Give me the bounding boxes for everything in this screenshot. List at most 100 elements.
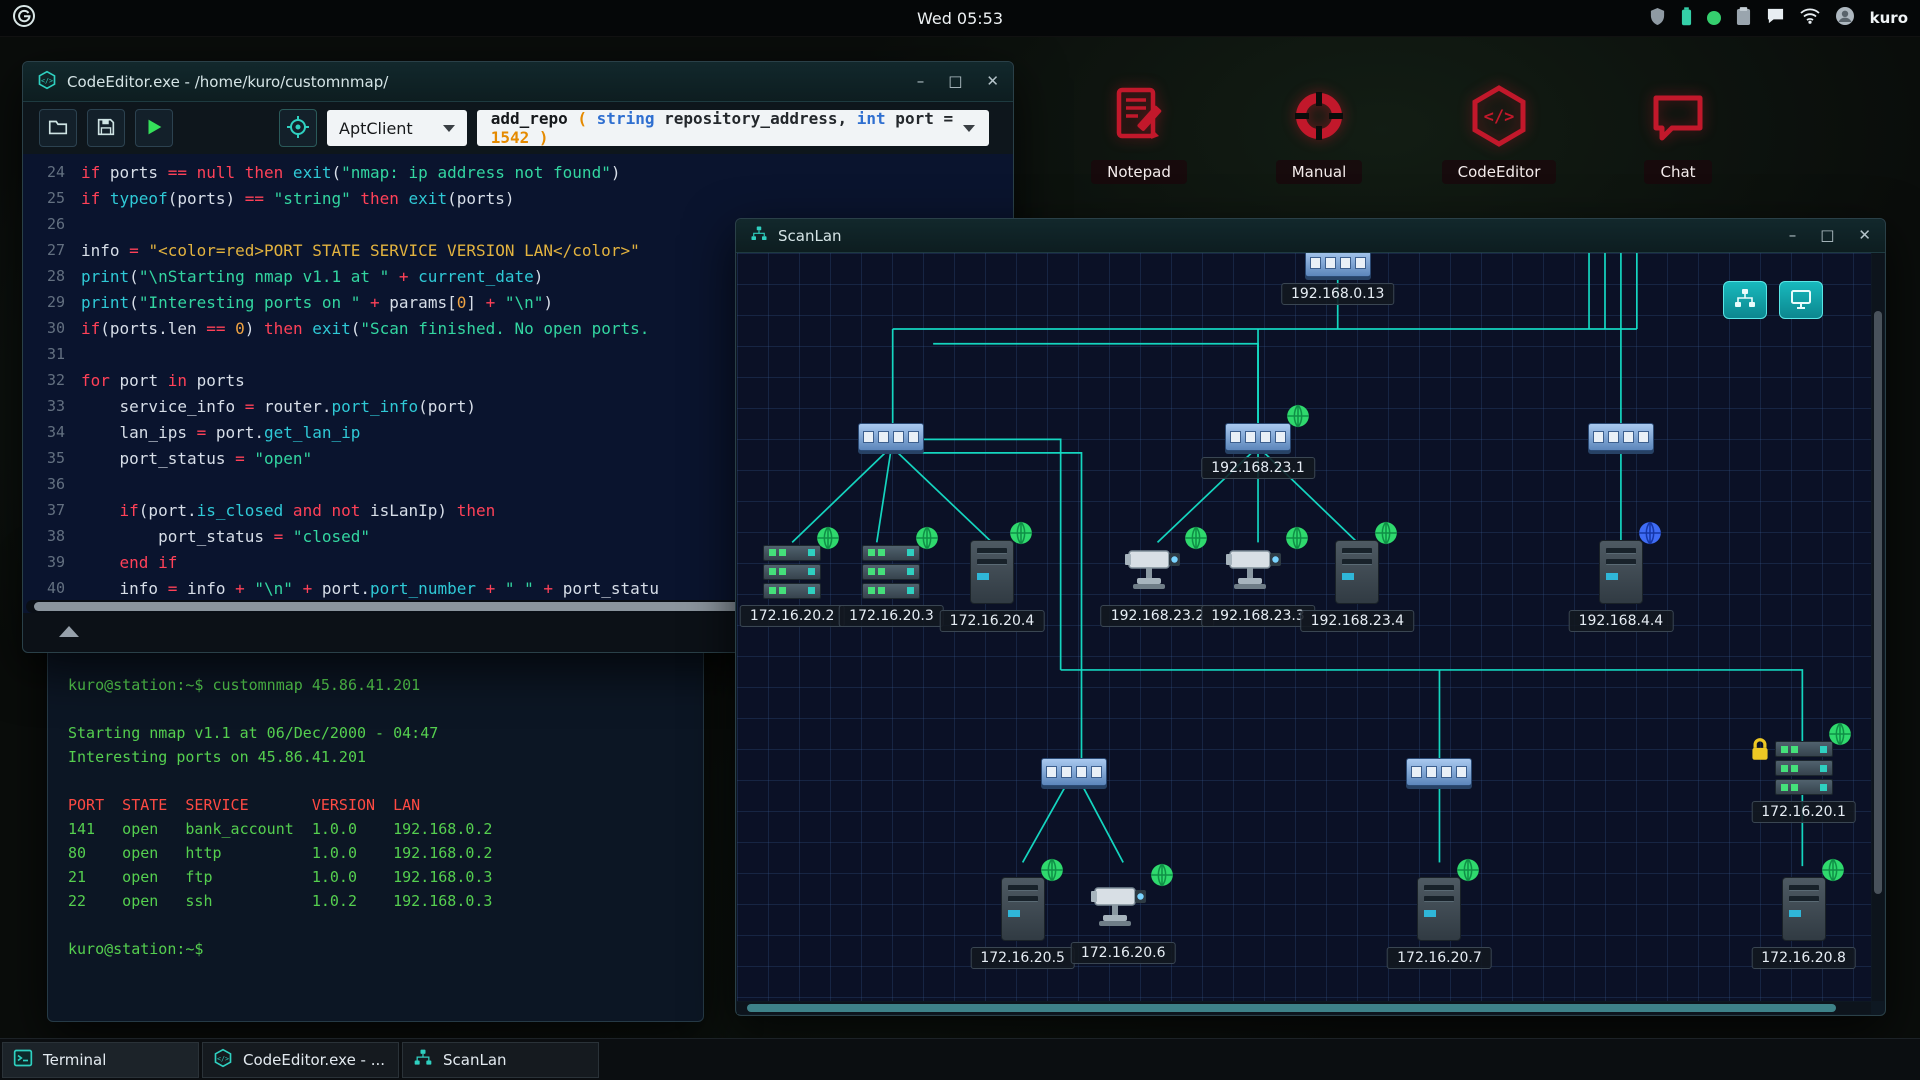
codeeditor-icon: </> xyxy=(213,1048,233,1072)
scrollbar-thumb[interactable] xyxy=(1874,311,1882,894)
switch-device-icon xyxy=(1041,758,1107,786)
network-node-172.16.20.3[interactable]: 172.16.20.3 xyxy=(862,545,920,599)
switch-device-icon xyxy=(1305,253,1371,277)
terminal-line: kuro@station:~$ customnmap 45.86.41.201 xyxy=(68,673,685,697)
chat-tray-icon[interactable] xyxy=(1766,7,1785,29)
node-ip-label: 172.16.20.1 xyxy=(1751,801,1856,823)
server-device-icon xyxy=(862,545,920,599)
system-tray: kuro xyxy=(1649,6,1908,30)
network-node-172.16.20.5[interactable]: 172.16.20.5 xyxy=(1001,877,1045,941)
switch-device-icon xyxy=(1588,423,1654,451)
code-line-24: 24if ports == null then exit("nmap: ip a… xyxy=(23,159,1013,185)
network-node-192.168.23.4[interactable]: 192.168.23.4 xyxy=(1335,540,1379,604)
clipboard-icon[interactable] xyxy=(1736,7,1751,30)
terminal-line xyxy=(68,913,685,937)
node-ip-label: 192.168.23.3 xyxy=(1201,605,1315,627)
minimize-button[interactable]: – xyxy=(1789,228,1797,243)
avatar-icon[interactable] xyxy=(1835,6,1855,30)
codeeditor-icon: </> xyxy=(1467,84,1531,152)
network-node-172.16.20.8[interactable]: 172.16.20.8 xyxy=(1782,877,1826,941)
close-button[interactable]: ✕ xyxy=(986,74,999,89)
camera-device-icon xyxy=(1125,545,1189,599)
node-ip-label: 172.16.20.8 xyxy=(1751,947,1856,969)
camera-device-icon xyxy=(1091,882,1155,936)
desktop-icon-label: Chat xyxy=(1644,160,1711,184)
server-device-icon xyxy=(763,545,821,599)
terminal-line: kuro@station:~$ xyxy=(68,937,685,961)
desktop-icon-notepad[interactable]: Notepad xyxy=(1049,84,1229,184)
close-button[interactable]: ✕ xyxy=(1858,228,1871,243)
map-horizontal-scrollbar[interactable] xyxy=(737,1002,1871,1014)
scanlan-window: ScanLan – □ ✕ xyxy=(735,218,1886,1016)
network-tree-icon xyxy=(413,1048,433,1072)
network-node-switch[interactable] xyxy=(1406,758,1472,786)
internet-globe-icon xyxy=(1373,520,1399,550)
crosshair-icon xyxy=(286,115,310,142)
server-device-icon xyxy=(1775,741,1833,795)
internet-globe-icon xyxy=(914,525,940,555)
scanlan-titlebar[interactable]: ScanLan – □ ✕ xyxy=(736,219,1885,253)
minimize-button[interactable]: – xyxy=(917,74,925,89)
monitor-view-button[interactable] xyxy=(1779,281,1823,319)
status-dot-icon[interactable] xyxy=(1707,11,1721,25)
api-scope-button[interactable] xyxy=(279,109,317,147)
maximize-button[interactable]: □ xyxy=(948,74,962,89)
scrollbar-thumb[interactable] xyxy=(747,1004,1836,1012)
terminal-line: Interesting ports on 45.86.41.201 xyxy=(68,745,685,769)
window-title: CodeEditor.exe - /home/kuro/customnmap/ xyxy=(67,73,388,91)
network-layout-button[interactable] xyxy=(1723,281,1767,319)
network-node-172.16.20.6[interactable]: 172.16.20.6 xyxy=(1091,882,1155,936)
run-button[interactable] xyxy=(135,109,173,147)
network-node-172.16.20.2[interactable]: 172.16.20.2 xyxy=(763,545,821,599)
open-file-button[interactable] xyxy=(39,109,77,147)
terminal-line: 80 open http 1.0.0 192.168.0.2 xyxy=(68,841,685,865)
maximize-button[interactable]: □ xyxy=(1820,228,1834,243)
network-tree-icon xyxy=(1733,287,1757,314)
username[interactable]: kuro xyxy=(1870,9,1908,27)
network-node-172.16.20.7[interactable]: 172.16.20.7 xyxy=(1417,877,1461,941)
node-ip-label: 192.168.23.2 xyxy=(1101,605,1215,627)
play-icon xyxy=(143,116,165,141)
taskbar-item-label: Terminal xyxy=(43,1051,106,1069)
network-map[interactable]: 192.168.0.13 192.168.23.1 172.16.20.2 172.1… xyxy=(737,253,1871,1001)
desktop: Notepad Manual </> CodeEditor Chat xyxy=(0,0,1920,1080)
network-node-192.168.0.13[interactable]: 192.168.0.13 xyxy=(1305,253,1371,277)
internet-globe-icon xyxy=(1149,862,1175,892)
codeeditor-window-icon: </> xyxy=(37,70,57,94)
network-node-192.168.23.1[interactable]: 192.168.23.1 xyxy=(1225,423,1291,451)
wifi-icon[interactable] xyxy=(1800,8,1820,28)
network-node-switch[interactable] xyxy=(1588,423,1654,451)
internet-globe-icon xyxy=(815,525,841,555)
topbar: Wed 05:53 kuro xyxy=(0,0,1920,37)
api-library-dropdown[interactable]: AptClient xyxy=(327,110,467,146)
floppy-icon xyxy=(95,116,117,141)
network-node-192.168.23.3[interactable]: 192.168.23.3 xyxy=(1226,545,1290,599)
internet-globe-icon xyxy=(1039,857,1065,887)
save-button[interactable] xyxy=(87,109,125,147)
taskbar-item-scanlan[interactable]: ScanLan xyxy=(402,1042,599,1078)
network-node-192.168.23.2[interactable]: 192.168.23.2 xyxy=(1125,545,1189,599)
network-node-switch[interactable] xyxy=(858,423,924,451)
taskbar-item-codeeditor[interactable]: </> CodeEditor.exe - ... xyxy=(202,1042,399,1078)
svg-text:</>: </> xyxy=(41,76,53,84)
taskbar-item-terminal[interactable]: Terminal xyxy=(2,1042,199,1078)
network-node-172.16.20.4[interactable]: 172.16.20.4 xyxy=(970,540,1014,604)
node-ip-label: 192.168.0.13 xyxy=(1281,283,1395,305)
network-node-172.16.20.1[interactable]: 172.16.20.1 xyxy=(1775,741,1833,795)
switch-device-icon xyxy=(1406,758,1472,786)
desktop-icon-codeeditor[interactable]: </> CodeEditor xyxy=(1409,84,1589,184)
map-vertical-scrollbar[interactable] xyxy=(1872,253,1884,1001)
desktop-icon-chat[interactable]: Chat xyxy=(1588,84,1768,184)
manual-icon xyxy=(1287,84,1351,152)
expand-up-icon[interactable] xyxy=(59,626,79,637)
desktop-icon-manual[interactable]: Manual xyxy=(1229,84,1409,184)
internet-globe-icon xyxy=(1284,525,1310,555)
battery-icon[interactable] xyxy=(1681,7,1692,30)
code-editor-titlebar[interactable]: </> CodeEditor.exe - /home/kuro/customnm… xyxy=(23,62,1013,102)
os-logo-icon[interactable] xyxy=(12,4,36,32)
terminal-icon xyxy=(13,1048,33,1072)
network-node-192.168.4.4[interactable]: 192.168.4.4 xyxy=(1599,540,1643,604)
network-node-switch[interactable] xyxy=(1041,758,1107,786)
shield-icon[interactable] xyxy=(1649,7,1666,30)
function-signature-dropdown[interactable]: add_repo ( string repository_address, in… xyxy=(477,110,989,146)
